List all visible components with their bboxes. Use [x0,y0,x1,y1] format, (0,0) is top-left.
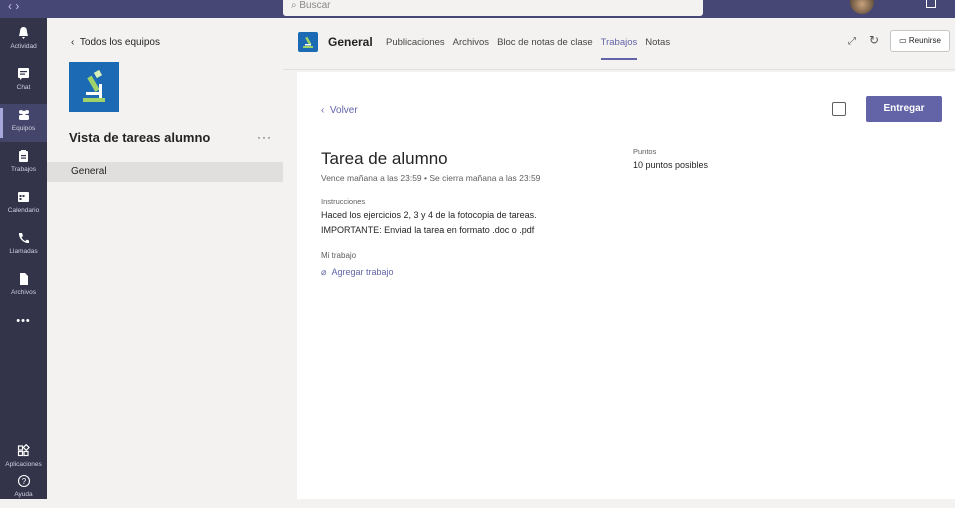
chat-icon [17,67,31,81]
rail-item-llamadas[interactable]: Llamadas [0,227,47,265]
title-bar: ‹ › ⌕ Buscar [0,0,955,18]
chevron-left-icon: ‹ [71,37,75,48]
assignment-title: Tarea de alumno [321,149,448,168]
history-arrows[interactable]: ‹ › [8,0,19,12]
search-input[interactable]: ⌕ Buscar [283,0,703,16]
channel-name: General [328,35,373,49]
rail-item-actividad[interactable]: Actividad [0,22,47,60]
due-date: Vence mañana a las 23:59 • Se cierra mañ… [321,173,541,183]
rail-item-archivos[interactable]: Archivos [0,268,47,306]
channel-team-icon [298,32,318,52]
avatar[interactable] [850,0,874,14]
rail-item-ayuda[interactable]: ? Ayuda [0,470,47,508]
rail-item-more[interactable]: ••• [0,310,47,348]
app-rail: Actividad Chat Equipos Trabajos Calendar… [0,18,47,499]
add-work-link[interactable]: ⌀ Agregar trabajo [321,267,393,278]
assignment-view: ‹ Volver Entregar Tarea de alumno Vence … [297,72,955,499]
tab-trabajos[interactable]: Trabajos [600,37,637,60]
team-panel: ‹ Todos los equipos Vista de tareas alum… [47,18,283,499]
assignments-icon [17,149,31,163]
calendar-icon [17,190,31,204]
tab-bloc-de-notas[interactable]: Bloc de notas de clase [497,37,593,48]
search-placeholder: Buscar [299,0,331,11]
video-camera-icon: ▭ [899,36,909,45]
immersive-reader-icon[interactable] [832,102,846,116]
points-label: Puntos [633,147,657,156]
chevron-left-icon: ‹ [321,105,325,116]
channel-header: General Publicaciones Archivos Bloc de n… [283,18,955,70]
apps-icon [17,443,31,458]
window-icon[interactable] [926,0,936,8]
microscope-icon [83,69,105,102]
channel-item-general[interactable]: General [47,162,283,182]
instructions-label: Instrucciones [321,197,366,206]
teams-icon [17,108,31,122]
my-work-label: Mi trabajo [321,251,357,260]
tab-archivos[interactable]: Archivos [453,37,489,48]
instructions-line-2: IMPORTANTE: Enviad la tarea en formato .… [321,225,535,235]
more-options-icon[interactable]: ··· [257,130,272,144]
instructions-line-1: Haced los ejercicios 2, 3 y 4 de la foto… [321,210,537,220]
more-icon: ••• [16,315,31,327]
meet-button[interactable]: ▭ Reunirse [890,30,950,52]
team-logo [69,62,119,112]
expand-icon[interactable]: ⤢ [848,36,856,47]
bell-icon [17,26,31,40]
tab-notas[interactable]: Notas [645,37,670,48]
back-button[interactable]: ‹ Volver [321,105,358,116]
rail-item-chat[interactable]: Chat [0,63,47,101]
refresh-icon[interactable]: ↻ [869,33,879,47]
channel-tabs: Publicaciones Archivos Bloc de notas de … [386,37,670,60]
phone-icon [17,231,31,245]
rail-item-trabajos[interactable]: Trabajos [0,145,47,183]
all-teams-link[interactable]: ‹ Todos los equipos [71,37,160,48]
points-value: 10 puntos posibles [633,160,709,170]
paperclip-icon: ⌀ [321,267,327,277]
submit-button[interactable]: Entregar [866,96,942,122]
rail-item-equipos[interactable]: Equipos [0,104,47,142]
help-icon: ? [17,474,31,488]
rail-item-calendario[interactable]: Calendario [0,186,47,224]
files-icon [17,272,31,286]
team-title: Vista de tareas alumno [69,130,211,145]
svg-text:?: ? [21,477,26,486]
tab-publicaciones[interactable]: Publicaciones [386,37,445,48]
